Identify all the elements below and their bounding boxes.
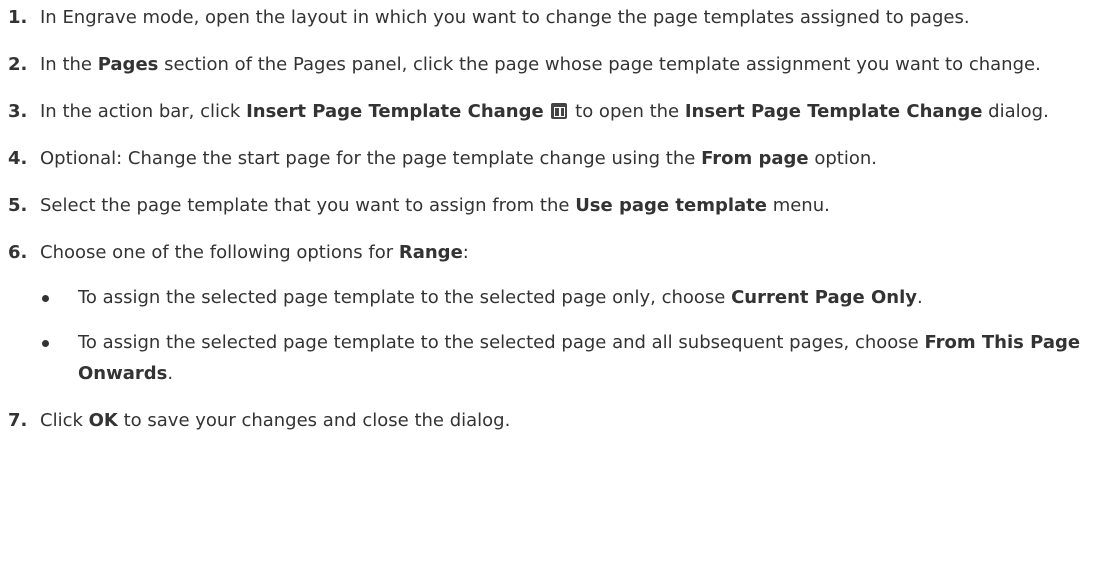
step-5: 5. Select the page template that you wan… <box>0 190 1115 221</box>
bullet-icon <box>42 340 49 347</box>
step-text-pre: Choose one of the following options for <box>40 242 399 263</box>
step-2: 2. In the Pages section of the Pages pan… <box>0 49 1115 80</box>
step-text-post: to save your changes and close the dialo… <box>117 410 511 431</box>
range-options-list: To assign the selected page template to … <box>40 282 1115 389</box>
ui-term-dialog-name: Insert Page Template Change <box>684 101 983 122</box>
step-number: 1. <box>8 7 28 28</box>
step-6: 6. Choose one of the following options f… <box>0 237 1115 389</box>
ui-term-from-page: From page <box>701 148 809 169</box>
step-text-post: menu. <box>766 195 830 216</box>
step-text-post: : <box>462 242 469 263</box>
step-text-pre: Click <box>40 410 89 431</box>
bullet-text-pre: To assign the selected page template to … <box>78 332 925 353</box>
bullet-icon <box>42 295 49 302</box>
step-4: 4. Optional: Change the start page for t… <box>0 143 1115 174</box>
step-number: 5. <box>8 195 28 216</box>
bullet-text-post: . <box>917 287 923 308</box>
step-text-pre: Optional: Change the start page for the … <box>40 148 702 169</box>
procedure-steps: 1. In Engrave mode, open the layout in w… <box>0 2 1115 436</box>
bullet-text-pre: To assign the selected page template to … <box>78 287 732 308</box>
step-number: 2. <box>8 54 28 75</box>
list-item: To assign the selected page template to … <box>40 282 1115 313</box>
step-text-post: section of the Pages panel, click the pa… <box>158 54 1041 75</box>
step-7: 7. Click OK to save your changes and clo… <box>0 405 1115 436</box>
ui-term-insert-page-template-change: Insert Page Template Change <box>246 101 544 122</box>
step-3: 3. In the action bar, click Insert Page … <box>0 96 1115 127</box>
ui-term-use-page-template: Use page template <box>575 195 767 216</box>
bullet-text-post: . <box>167 363 174 384</box>
step-text-pre: In the action bar, click <box>40 101 247 122</box>
ui-term-pages: Pages <box>97 54 159 75</box>
step-number: 4. <box>8 148 28 169</box>
step-text-pre: In the <box>40 54 98 75</box>
list-item: To assign the selected page template to … <box>40 327 1115 389</box>
ui-term-ok: OK <box>88 410 118 431</box>
step-text-pre: Select the page template that you want t… <box>40 195 576 216</box>
step-number: 7. <box>8 410 28 431</box>
step-text-post: dialog. <box>982 101 1049 122</box>
step-text: In Engrave mode, open the layout in whic… <box>40 7 970 28</box>
step-text-mid: to open the <box>569 101 685 122</box>
page-template-change-icon <box>551 103 568 119</box>
step-text-post: option. <box>808 148 877 169</box>
step-number: 3. <box>8 101 28 122</box>
ui-term-range: Range <box>398 242 463 263</box>
ui-term-current-page-only: Current Page Only <box>731 287 917 308</box>
step-number: 6. <box>8 242 28 263</box>
step-1: 1. In Engrave mode, open the layout in w… <box>0 2 1115 33</box>
